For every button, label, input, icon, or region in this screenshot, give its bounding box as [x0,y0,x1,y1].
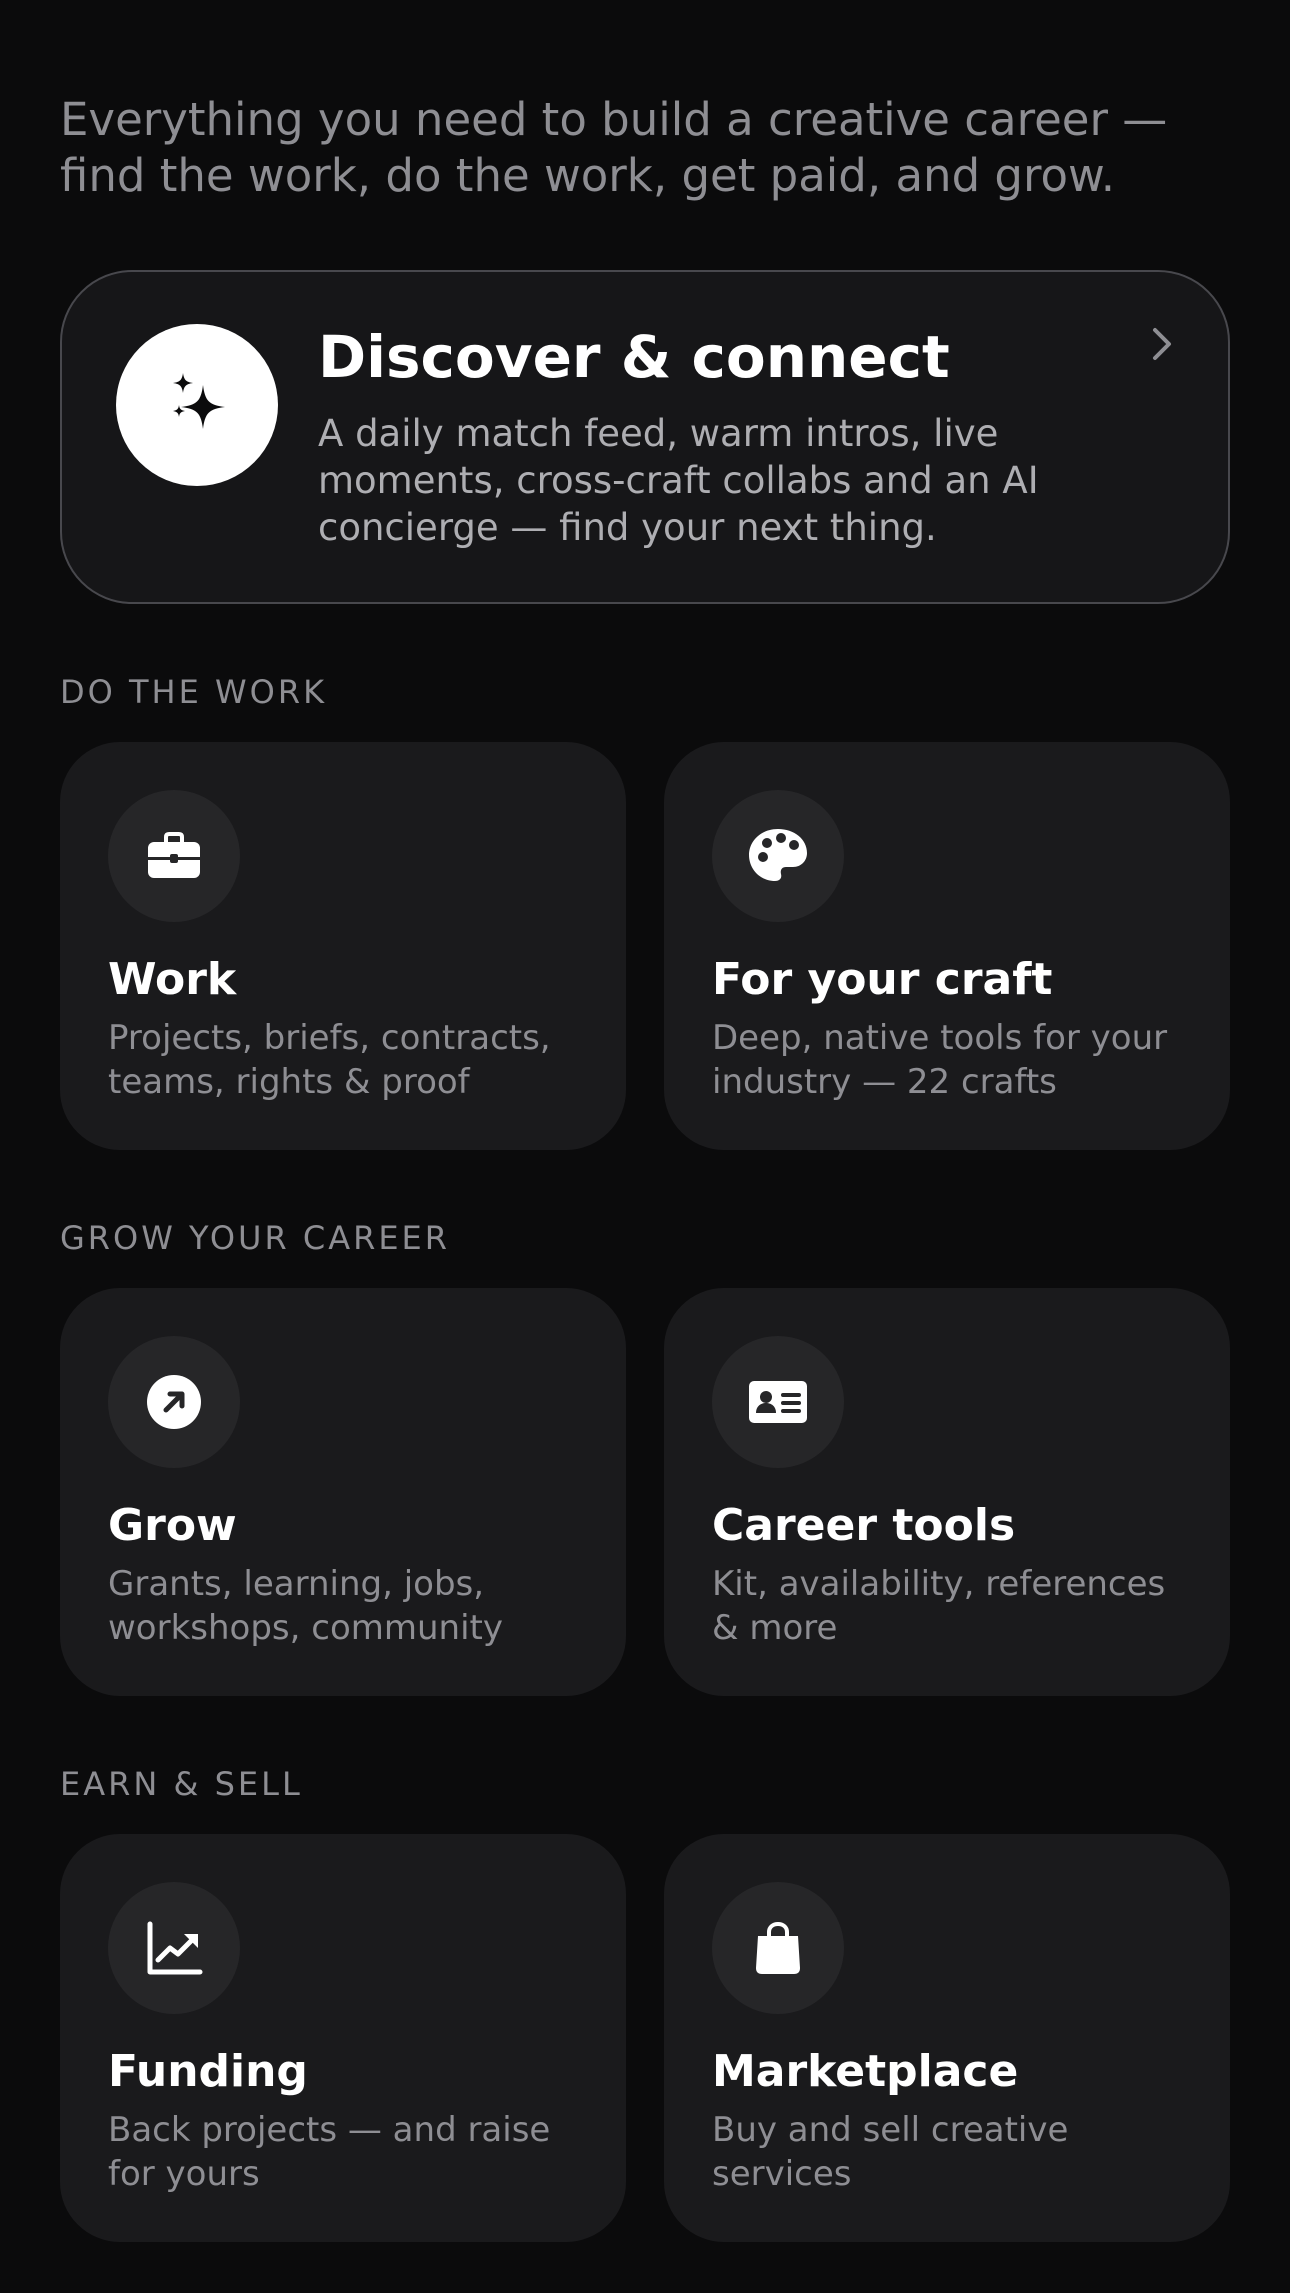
work-card[interactable]: Work Projects, briefs, contracts, teams,… [60,742,626,1150]
card-description: Kit, availability, references & more [712,1564,1166,1648]
grow-card[interactable]: Grow Grants, learning, jobs, workshops, … [60,1288,626,1696]
marketplace-card[interactable]: Marketplace Buy and sell creative servic… [664,1834,1230,2242]
briefcase-icon [108,790,240,922]
hero-description: A daily match feed, warm intros, live mo… [318,412,1039,549]
card-description: Projects, briefs, contracts, teams, righ… [108,1018,551,1102]
section-label-grow-your-career: GROW YOUR CAREER [60,1219,450,1257]
palette-icon [712,790,844,922]
id-card-icon [712,1336,844,1468]
shopping-bag-icon [712,1882,844,2014]
for-your-craft-card[interactable]: For your craft Deep, native tools for yo… [664,742,1230,1150]
card-title: Marketplace [712,2046,1019,2097]
career-tools-card[interactable]: Career tools Kit, availability, referenc… [664,1288,1230,1696]
card-title: Grow [108,1500,237,1551]
card-title: Work [108,954,237,1005]
card-description: Deep, native tools for your industry — 2… [712,1018,1168,1102]
hero-title: Discover & connect [318,323,950,391]
section-label-earn-and-sell: EARN & SELL [60,1765,303,1803]
funding-card[interactable]: Funding Back projects — and raise for yo… [60,1834,626,2242]
card-description: Grants, learning, jobs, workshops, commu… [108,1564,503,1648]
card-title: For your craft [712,954,1053,1005]
card-description: Back projects — and raise for yours [108,2110,551,2194]
card-description: Buy and sell creative services [712,2110,1069,2194]
section-label-do-the-work: DO THE WORK [60,673,328,711]
arrow-up-right-circle-icon [108,1336,240,1468]
sparkles-icon [116,324,278,486]
card-title: Career tools [712,1500,1016,1551]
card-title: Funding [108,2046,308,2097]
chart-line-icon [108,1882,240,2014]
intro-text: Everything you need to build a creative … [60,93,1168,202]
chevron-right-icon [1153,328,1171,360]
discover-connect-card[interactable]: Discover & connect A daily match feed, w… [60,270,1230,604]
